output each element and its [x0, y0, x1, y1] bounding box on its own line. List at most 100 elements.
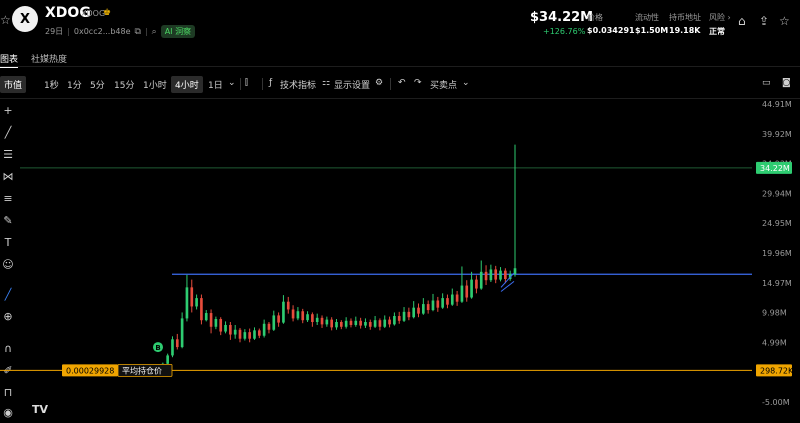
stat-label: 流动性: [635, 13, 659, 22]
candle-body: [446, 298, 449, 305]
candle-body: [417, 307, 420, 314]
candle-body: [200, 298, 203, 321]
chevron-down-icon[interactable]: ⌄: [228, 78, 236, 88]
trend-line-drawing: [500, 272, 515, 288]
candle-body: [470, 279, 473, 298]
candle-body: [460, 285, 464, 302]
candle-body: [450, 294, 454, 305]
token-address[interactable]: 0x0cc2...b48e: [74, 27, 131, 36]
indicators-icon[interactable]: ƒ: [269, 78, 272, 88]
toolbar-divider: [240, 78, 241, 90]
candle-body: [422, 304, 425, 314]
tradingview-logo: TV: [32, 403, 49, 416]
toolbar-divider: [390, 78, 391, 90]
stat-liquidity: 流动性 $1.50M: [635, 12, 668, 35]
buy-sell-button[interactable]: 买卖点: [430, 78, 457, 91]
mode-market-cap[interactable]: 市值: [0, 76, 27, 93]
candle-body: [344, 320, 348, 327]
candle-body: [243, 332, 247, 339]
search-icon[interactable]: ⌕: [152, 27, 157, 37]
candle-body: [296, 311, 300, 319]
display-settings-button[interactable]: 显示设置: [334, 78, 370, 91]
candle-body: [436, 300, 440, 308]
candle-body: [306, 314, 309, 321]
candle-body: [402, 311, 406, 321]
candle-body: [397, 316, 401, 321]
candle-body: [383, 319, 387, 327]
candle-body: [277, 315, 280, 323]
interval-1d[interactable]: 1日: [208, 78, 223, 91]
stat-label: 价格: [587, 13, 603, 22]
gear-icon[interactable]: ⚙: [375, 78, 383, 88]
candle-body: [335, 321, 338, 328]
trend-line-drawing: [500, 280, 515, 292]
interval-1m[interactable]: 1分: [67, 78, 82, 91]
candle-body: [224, 324, 227, 332]
candle-body: [412, 307, 416, 318]
candle-body: [455, 294, 459, 302]
candle-body: [465, 285, 469, 298]
stat-label: 风险 ›: [709, 13, 731, 22]
candle-body: [315, 317, 319, 322]
candle-body: [441, 298, 444, 308]
candle-body: [233, 329, 237, 335]
avg-price-value: 0.00029928: [66, 366, 114, 375]
redo-icon[interactable]: ↷: [414, 78, 422, 88]
toolbar-divider: [262, 78, 263, 90]
star-outline-icon[interactable]: ☆: [779, 14, 790, 28]
candle-body: [349, 320, 353, 325]
tag-icon[interactable]: ⌂: [738, 14, 746, 28]
chevron-down-icon[interactable]: ⌄: [462, 78, 470, 88]
candle-body: [272, 315, 276, 330]
y-tick-label: -5.00M: [762, 398, 790, 407]
interval-5m[interactable]: 5分: [90, 78, 105, 91]
candle-body: [311, 314, 314, 322]
indicators-button[interactable]: 技术指标: [280, 78, 316, 91]
ai-insight-badge[interactable]: AI 洞察: [160, 25, 196, 38]
y-tick-label: 39.92M: [762, 130, 792, 139]
candle-body: [368, 321, 372, 327]
avg-price-axis-label: 298.72K: [760, 366, 794, 375]
share-icon[interactable]: ⇪: [759, 14, 769, 28]
candle-body: [180, 318, 184, 348]
candle-body: [499, 270, 502, 280]
candle-body: [248, 332, 251, 339]
y-tick-label: 14.97M: [762, 279, 792, 288]
tab-social[interactable]: 社媒热度: [31, 52, 67, 65]
tab-chart[interactable]: 图表: [0, 52, 18, 65]
y-tick-label: 9.98M: [762, 309, 787, 318]
stat-value: $0.034291: [587, 26, 635, 35]
interval-15m[interactable]: 15分: [114, 78, 134, 91]
stat-value: 正常: [709, 27, 725, 36]
candle-body: [330, 319, 334, 328]
star-outline-icon[interactable]: ☆: [0, 13, 11, 27]
interval-4h[interactable]: 4小时: [171, 76, 203, 93]
candle-body: [301, 311, 305, 321]
crown-icon: ♚: [103, 8, 112, 18]
price-chart[interactable]: 44.91M39.92M34.93M29.94M24.95M19.96M14.9…: [0, 99, 800, 423]
candlestick-icon[interactable]: ⫿: [245, 78, 248, 88]
candle-body: [253, 330, 256, 339]
stat-risk[interactable]: 风险 › 正常: [709, 12, 731, 37]
candle-body: [195, 298, 198, 307]
candle-body: [214, 319, 218, 327]
camera-icon[interactable]: ◙: [782, 78, 791, 88]
interval-1h[interactable]: 1小时: [143, 78, 167, 91]
display-icon[interactable]: ⚏: [322, 78, 330, 88]
candle-body: [185, 287, 189, 319]
undo-icon[interactable]: ↶: [398, 78, 406, 88]
candle-body: [354, 320, 358, 325]
candle-body: [171, 339, 174, 356]
candle-body: [431, 300, 435, 311]
y-tick-label: 44.91M: [762, 100, 792, 109]
fullscreen-icon[interactable]: ▭: [762, 78, 771, 88]
y-tick-label: 24.95M: [762, 219, 792, 228]
copy-icon[interactable]: ⧉: [135, 27, 141, 37]
candle-body: [286, 301, 290, 310]
candle-body: [504, 270, 507, 280]
candle-body: [484, 271, 488, 281]
interval-1s[interactable]: 1秒: [44, 78, 59, 91]
candle-body: [291, 309, 295, 319]
candle-body: [262, 323, 266, 336]
stat-value: 19.18K: [669, 26, 701, 35]
